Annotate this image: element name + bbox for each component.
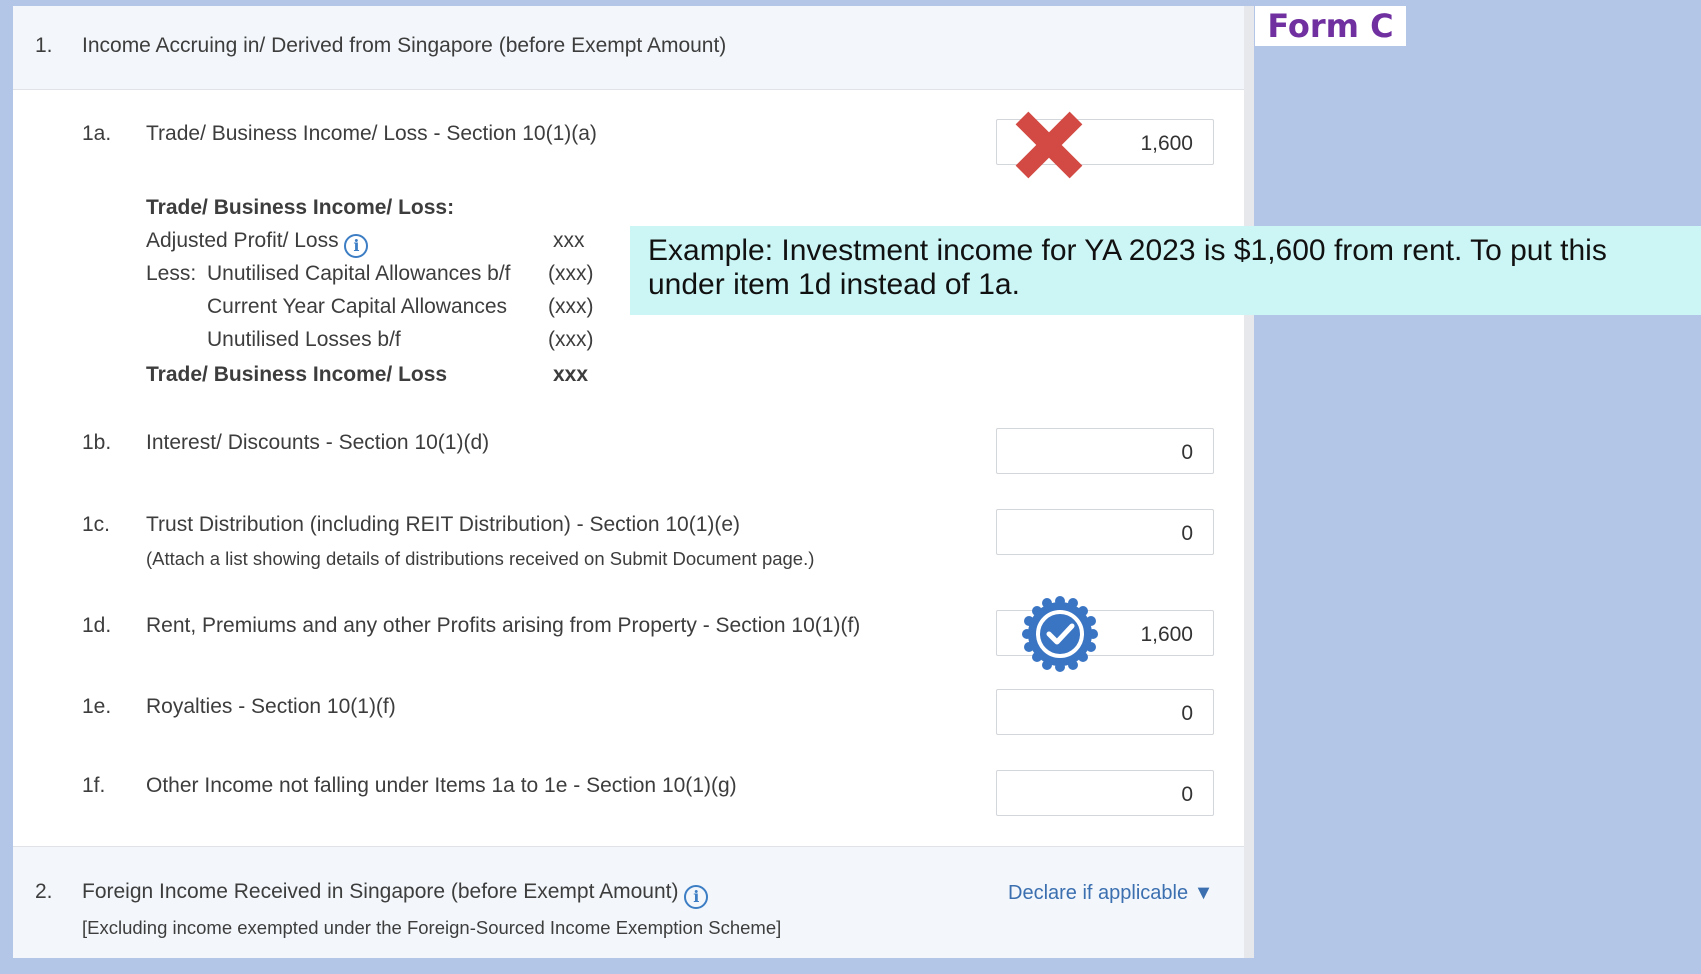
red-x-icon — [1015, 111, 1083, 179]
item-1e-amount-input[interactable]: 0 — [996, 689, 1214, 735]
section-2-title: Foreign Income Received in Singapore (be… — [82, 880, 679, 903]
breakdown-total-label: Trade/ Business Income/ Loss — [146, 363, 448, 386]
section-1-header: 1. Income Accruing in/ Derived from Sing… — [13, 6, 1244, 90]
section-1-number: 1. — [35, 34, 53, 57]
form-c-label: Form C — [1255, 6, 1406, 46]
item-1d-label: Rent, Premiums and any other Profits ari… — [146, 614, 861, 637]
example-callout: Example: Investment income for YA 2023 i… — [630, 226, 1701, 315]
item-1f-amount-input[interactable]: 0 — [996, 770, 1214, 816]
item-1e-label: Royalties - Section 10(1)(f) — [146, 695, 396, 718]
item-1b-code: 1b. — [82, 431, 112, 454]
item-1c-label: Trust Distribution (including REIT Distr… — [146, 513, 741, 536]
item-1e-code: 1e. — [82, 695, 112, 718]
unutilised-ca-label: Unutilised Capital Allowances b/f — [207, 262, 511, 285]
section-2-number: 2. — [35, 880, 53, 903]
adjusted-profit-label: Adjusted Profit/ Loss i — [146, 229, 369, 258]
item-1c-code: 1c. — [82, 513, 111, 536]
unutilised-losses-label: Unutilised Losses b/f — [207, 328, 401, 351]
item-1c-note: (Attach a list showing details of distri… — [146, 548, 815, 569]
info-icon[interactable]: i — [344, 234, 369, 258]
item-1c-amount-input[interactable]: 0 — [996, 509, 1214, 555]
breakdown-heading: Trade/ Business Income/ Loss: — [146, 196, 455, 219]
section-1-title: Income Accruing in/ Derived from Singapo… — [82, 34, 727, 57]
blue-check-badge-icon — [1022, 596, 1098, 672]
item-1a-label: Trade/ Business Income/ Loss - Section 1… — [146, 122, 597, 145]
unutilised-ca-value: (xxx) — [548, 262, 594, 285]
section-2-title-row: Foreign Income Received in Singapore (be… — [82, 880, 709, 909]
info-icon[interactable]: i — [684, 885, 709, 909]
section-2-note: [Excluding income exempted under the For… — [82, 917, 782, 938]
adjusted-profit-value: xxx — [553, 229, 585, 252]
current-ca-label: Current Year Capital Allowances — [207, 295, 508, 318]
section-2-header: 2. Foreign Income Received in Singapore … — [13, 846, 1244, 958]
declare-if-applicable-link[interactable]: Declare if applicable ▼ — [1008, 882, 1213, 905]
item-1b-label: Interest/ Discounts - Section 10(1)(d) — [146, 431, 490, 454]
item-1b-amount-input[interactable]: 0 — [996, 428, 1214, 474]
unutilised-losses-value: (xxx) — [548, 328, 594, 351]
item-1d-code: 1d. — [82, 614, 112, 637]
breakdown-total-value: xxx — [553, 363, 589, 386]
item-1a-code: 1a. — [82, 122, 112, 145]
item-1f-code: 1f. — [82, 774, 106, 797]
triangle-down-icon: ▼ — [1193, 882, 1214, 904]
item-1f-label: Other Income not falling under Items 1a … — [146, 774, 737, 797]
less-label: Less: — [146, 262, 197, 285]
declare-link-label: Declare if applicable — [1008, 882, 1189, 904]
current-ca-value: (xxx) — [548, 295, 594, 318]
